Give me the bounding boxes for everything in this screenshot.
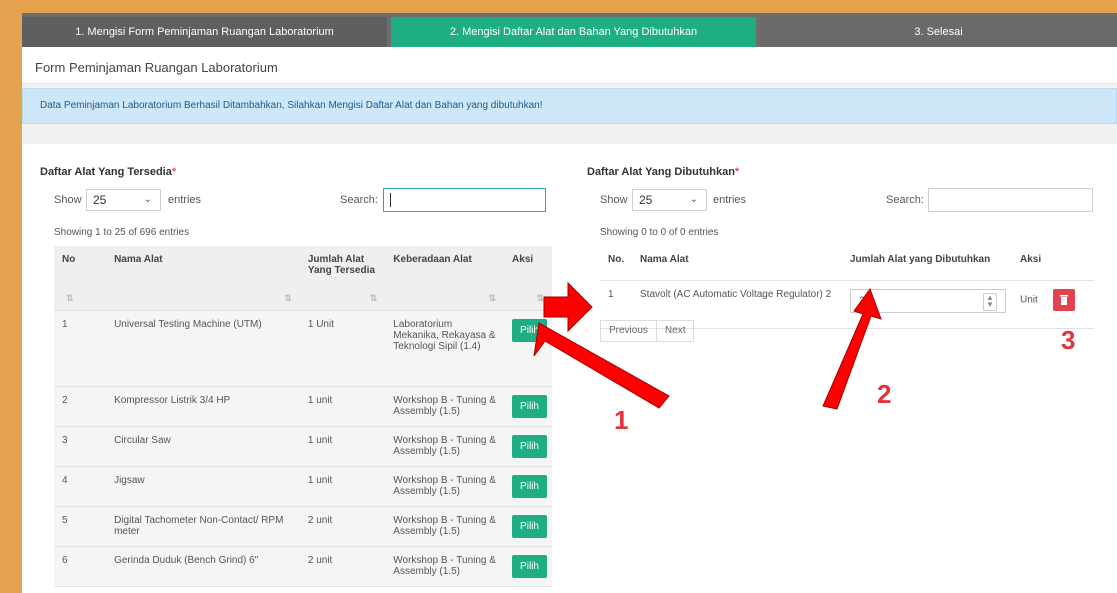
right-search-label: Search: [886, 194, 924, 206]
table-row: 2 Kompressor Listrik 3/4 HP 1 unit Works… [54, 386, 552, 427]
pilih-button[interactable]: Pilih [512, 514, 547, 538]
spinner-icon[interactable]: ▲ ▼ [983, 292, 997, 311]
col-header-aksi[interactable]: Aksi ⇅ [504, 246, 552, 311]
left-entries-value: 25 [93, 193, 107, 207]
required-tools-table: No. Nama Alat Jumlah Alat yang Dibutuhka… [600, 246, 1094, 329]
col-header-aksi[interactable]: Aksi [1012, 246, 1094, 281]
right-section-title: Daftar Alat Yang Dibutuhkan* [587, 166, 739, 178]
right-table-info: Showing 0 to 0 of 0 entries [600, 227, 719, 238]
left-section-title: Daftar Alat Yang Tersedia* [40, 166, 176, 178]
table-row: 6 Gerinda Duduk (Bench Grind) 6" 2 unit … [54, 546, 552, 587]
right-search-input[interactable] [928, 188, 1093, 212]
pilih-button[interactable]: Pilih [512, 394, 547, 418]
pilih-button[interactable]: Pilih [512, 554, 547, 578]
col-header-no[interactable]: No. [600, 246, 632, 281]
pilih-button[interactable]: Pilih [512, 318, 547, 342]
right-entries-select[interactable]: 25 ⌄ [632, 189, 707, 211]
table-row: 4 Jigsaw 1 unit Workshop B - Tuning & As… [54, 466, 552, 507]
table-header-row: No ⇅ Nama Alat ⇅ Jumlah Alat Yang Tersedia… [54, 246, 552, 311]
right-title-text: Daftar Alat Yang Dibutuhkan [587, 166, 735, 178]
text-caret [390, 193, 391, 207]
unit-label: Unit [1020, 294, 1038, 306]
chevron-down-icon: ⌄ [689, 194, 698, 205]
col-header-jumlah[interactable]: Jumlah Alat yang Dibutuhkan [842, 246, 1012, 281]
left-entries-label: entries [168, 194, 202, 206]
left-search-label: Search: [340, 194, 378, 206]
table-row: 3 Circular Saw 1 unit Workshop B - Tunin… [54, 426, 552, 467]
col-header-nama[interactable]: Nama Alat ⇅ [106, 246, 300, 311]
pilih-button[interactable]: Pilih [512, 474, 547, 498]
available-tools-table: No ⇅ Nama Alat ⇅ Jumlah Alat Yang Tersedia… [54, 246, 552, 587]
left-entries-select[interactable]: 25 ⌄ [86, 189, 161, 211]
wizard-steps: 1. Mengisi Form Peminjaman Ruangan Labor… [22, 13, 1117, 47]
left-search-input[interactable] [383, 188, 546, 212]
col-header-jumlah[interactable]: Jumlah Alat Yang Tersedia ⇅ [299, 246, 386, 311]
table-row: 5 Digital Tachometer Non-Contact/ RPM me… [54, 506, 552, 547]
page-frame: 1. Mengisi Form Peminjaman Ruangan Labor… [22, 13, 1117, 593]
col-header-nama[interactable]: Nama Alat [632, 246, 842, 281]
quantity-stepper[interactable]: 2 ▲ ▼ [850, 288, 1006, 313]
right-entries-label: entries [713, 194, 747, 206]
col-header-no[interactable]: No ⇅ [54, 246, 107, 311]
annotation-label-2: 2 [877, 379, 892, 409]
delete-button[interactable] [1052, 288, 1075, 311]
trash-icon [1059, 294, 1068, 305]
left-table-info: Showing 1 to 25 of 696 entries [54, 227, 190, 238]
pagination: Previous Next [600, 320, 695, 342]
right-show-label: Show [600, 194, 628, 206]
annotation-label-3: 3 [1061, 325, 1076, 355]
right-required-mark: * [734, 166, 740, 178]
left-required-mark: * [171, 166, 177, 178]
table-header-row: No. Nama Alat Jumlah Alat yang Dibutuhka… [600, 246, 1094, 281]
pagination-previous[interactable]: Previous [601, 321, 656, 341]
wizard-step-1[interactable]: 1. Mengisi Form Peminjaman Ruangan Labor… [22, 17, 387, 47]
annotation-label-1: 1 [614, 405, 629, 435]
col-header-keberadaan[interactable]: Keberadaan Alat ⇅ [385, 246, 505, 311]
table-row: 1 Universal Testing Machine (UTM) 1 Unit… [54, 310, 552, 387]
wizard-step-2[interactable]: 2. Mengisi Daftar Alat dan Bahan Yang Di… [391, 17, 756, 47]
form-title: Form Peminjaman Ruangan Laboratorium [35, 60, 278, 75]
pagination-next[interactable]: Next [655, 321, 694, 341]
wizard-step-3[interactable]: 3. Selesai [760, 17, 1117, 47]
pilih-button[interactable]: Pilih [512, 434, 547, 458]
chevron-down-icon: ⌄ [143, 194, 152, 205]
left-title-text: Daftar Alat Yang Tersedia [40, 166, 172, 178]
right-entries-value: 25 [639, 193, 653, 207]
success-alert: Data Peminjaman Laboratorium Berhasil Di… [22, 88, 1117, 124]
quantity-value: 2 [859, 294, 866, 307]
left-show-label: Show [54, 194, 82, 206]
